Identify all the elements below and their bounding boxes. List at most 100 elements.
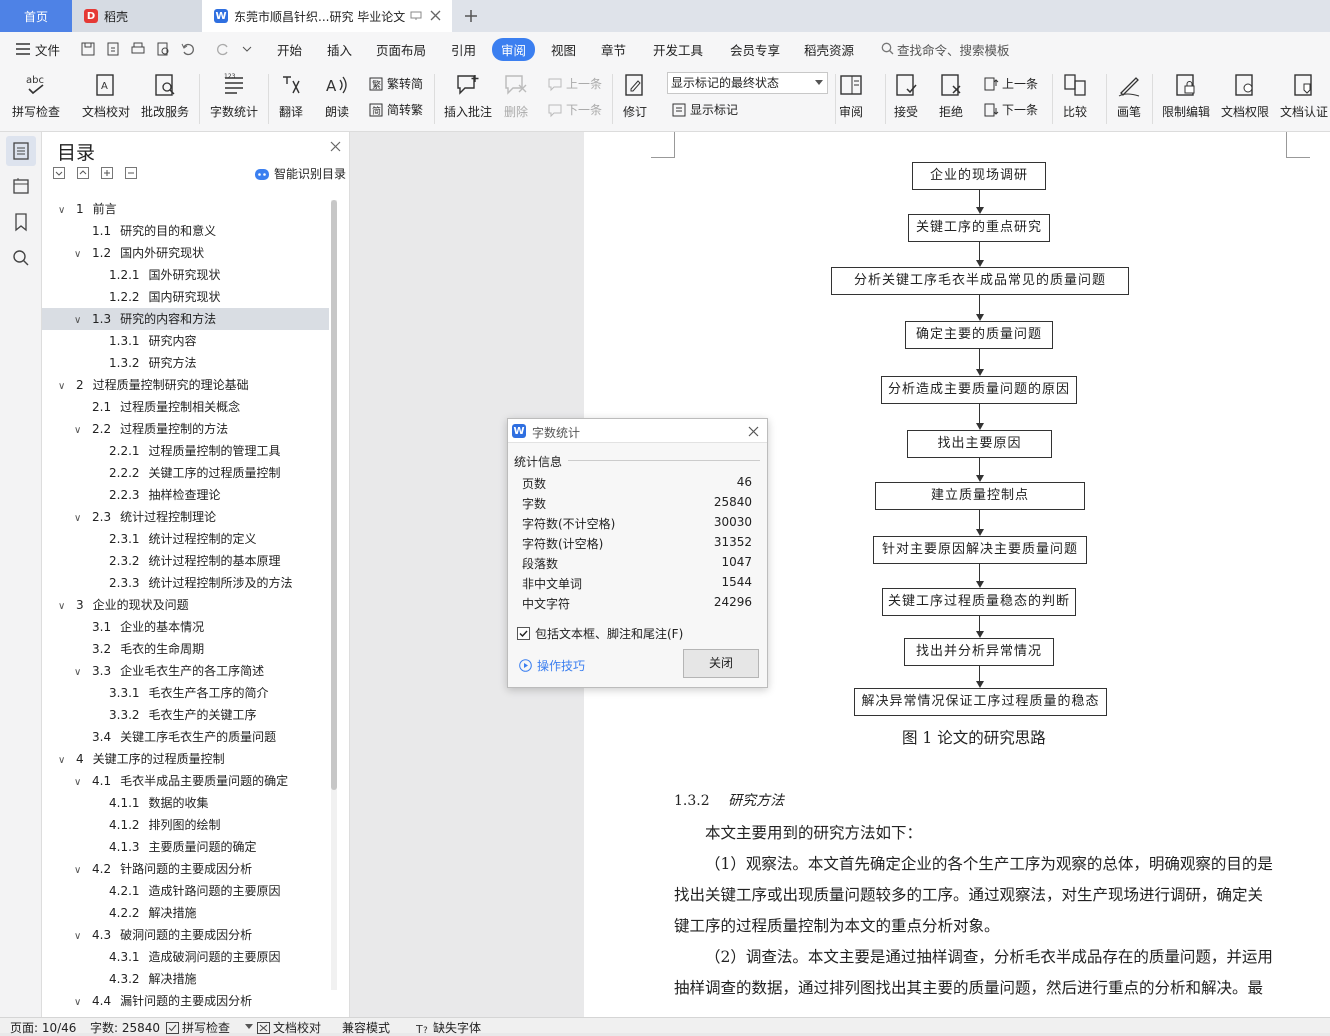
toc-item[interactable]: ∨ 4.1 毛衣半成品主要质量问题的确定 (42, 770, 329, 792)
toc-item[interactable]: ∨ 2.3 统计过程控制理论 (42, 506, 329, 528)
toc-item[interactable]: 1.1 研究的目的和意义 (42, 220, 329, 242)
toc-item[interactable]: 1.3.2 研究方法 (42, 352, 329, 374)
toc-item[interactable]: ∨ 4.3 破洞问题的主要成因分析 (42, 924, 329, 946)
tab-document[interactable]: W 东莞市顺昌针织...研究 毕业论文 (202, 0, 452, 32)
print-preview-icon[interactable] (155, 41, 171, 57)
toc-item[interactable]: ∨ 2.2 过程质量控制的方法 (42, 418, 329, 440)
remove-level-icon[interactable] (125, 167, 137, 179)
compare-button[interactable]: 比较 (1062, 72, 1088, 120)
toc-item[interactable]: 4.1.3 主要质量问题的确定 (42, 836, 329, 858)
chevron-down-icon[interactable]: ∨ (74, 310, 86, 332)
review-pane-button[interactable]: 审阅 (838, 72, 864, 120)
menu-file[interactable]: 文件 (35, 40, 60, 59)
chevron-down-icon[interactable]: ∨ (74, 860, 86, 882)
chevron-down-icon[interactable] (245, 1024, 253, 1029)
doc-permission-button[interactable]: 文档权限 (1221, 72, 1269, 120)
chevron-down-icon[interactable]: ∨ (74, 926, 86, 948)
redo-icon[interactable] (215, 41, 231, 57)
toc-item[interactable]: 1.2.1 国外研究现状 (42, 264, 329, 286)
toc-item[interactable]: 2.3.3 统计过程控制所涉及的方法 (42, 572, 329, 594)
close-button[interactable]: 关闭 (683, 649, 759, 678)
toc-item[interactable]: 2.2.3 抽样检查理论 (42, 484, 329, 506)
toc-item[interactable]: ∨ 4.2 针路问题的主要成因分析 (42, 858, 329, 880)
bookmark-icon[interactable] (11, 212, 31, 232)
toc-item[interactable]: 2.3.2 统计过程控制的基本原理 (42, 550, 329, 572)
toc-item[interactable]: ∨ 1.2 国内外研究现状 (42, 242, 329, 264)
save-icon[interactable] (80, 41, 96, 57)
doccheck-button[interactable]: A 文档校对 (82, 72, 130, 120)
menu-daoke-resources[interactable]: 稻壳资源 (804, 40, 854, 59)
include-textbox-checkbox[interactable]: 包括文本框、脚注和尾注(F) (517, 625, 683, 642)
menu-developer[interactable]: 开发工具 (653, 40, 703, 59)
toc-item[interactable]: 3.3.2 毛衣生产的关键工序 (42, 704, 329, 726)
toc-item[interactable]: ∨ 3 企业的现状及问题 (42, 594, 329, 616)
toc-scrollbar-thumb[interactable] (331, 200, 337, 790)
menu-chapter[interactable]: 章节 (601, 40, 626, 59)
toc-item[interactable]: 2.2.2 关键工序的过程质量控制 (42, 462, 329, 484)
trad-to-simp-button[interactable]: 繁 繁转简 (368, 75, 423, 92)
smart-toc-button[interactable]: 智能识别目录 (254, 165, 346, 182)
read-aloud-button[interactable]: A 朗读 (324, 72, 350, 120)
prev-change-button[interactable]: 上一条 (983, 75, 1038, 92)
toc-item[interactable]: 2.2.1 过程质量控制的管理工具 (42, 440, 329, 462)
tab-daoke[interactable]: D 稻壳 (72, 0, 202, 32)
toc-item[interactable]: 2.1 过程质量控制相关概念 (42, 396, 329, 418)
markup-state-select[interactable]: 显示标记的最终状态 (667, 72, 828, 94)
accept-button[interactable]: 接受 (893, 72, 919, 120)
pen-button[interactable]: 画笔 (1116, 72, 1142, 120)
menu-member[interactable]: 会员专享 (730, 40, 780, 59)
collapse-all-icon[interactable] (53, 167, 65, 179)
toc-item[interactable]: ∨ 1.3 研究的内容和方法 (42, 308, 329, 330)
toc-item[interactable]: 1.3.1 研究内容 (42, 330, 329, 352)
menu-review[interactable]: 审阅 (492, 38, 536, 61)
toc-item[interactable]: 4.3.2 解决措施 (42, 968, 329, 990)
annotate-service-button[interactable]: 批改服务 (141, 72, 189, 120)
toc-item[interactable]: 4.2.1 造成针路问题的主要原因 (42, 880, 329, 902)
undo-icon[interactable] (180, 41, 196, 57)
delete-comment-button[interactable]: 删除 (503, 72, 529, 120)
insert-comment-button[interactable]: 插入批注 (444, 72, 492, 120)
prev-comment-button[interactable]: 上一条 (547, 75, 602, 92)
toc-item[interactable]: ∨ 4 关键工序的过程质量控制 (42, 748, 329, 770)
toc-item[interactable]: 4.1.1 数据的收集 (42, 792, 329, 814)
doccheck-status[interactable]: 文档校对 (257, 1019, 321, 1036)
show-markup-button[interactable]: 显示标记 (671, 101, 738, 118)
dialog-close-icon[interactable] (748, 426, 759, 437)
next-comment-button[interactable]: 下一条 (547, 101, 602, 118)
chevron-down-icon[interactable]: ∨ (74, 992, 86, 1014)
translate-button[interactable]: 翻译 (278, 72, 304, 120)
toc-item[interactable]: 3.3.1 毛衣生产各工序的简介 (42, 682, 329, 704)
toc-item[interactable]: 4.3.1 造成破洞问题的主要原因 (42, 946, 329, 968)
menu-start[interactable]: 开始 (277, 40, 302, 59)
chevron-down-icon[interactable]: ∨ (74, 508, 86, 530)
missing-font-status[interactable]: T? 缺失字体 (416, 1019, 481, 1036)
command-search[interactable]: 查找命令、搜索模板 (897, 40, 1010, 59)
chevron-down-icon[interactable]: ∨ (58, 750, 70, 772)
toc-item[interactable]: 4.1.2 排列图的绘制 (42, 814, 329, 836)
wordcount-button[interactable]: 123 字数统计 (210, 72, 258, 120)
page-indicator[interactable]: 页面: 10/46 (10, 1019, 76, 1036)
add-level-icon[interactable] (101, 167, 113, 179)
toc-item[interactable]: 4.2.2 解决措施 (42, 902, 329, 924)
doc-certify-button[interactable]: 文档认证 (1280, 72, 1328, 120)
new-tab-plus-icon[interactable] (463, 8, 479, 24)
revise-button[interactable]: 修订 (622, 72, 648, 120)
chevron-down-icon[interactable]: ∨ (74, 420, 86, 442)
chevron-down-icon[interactable]: ∨ (74, 244, 86, 266)
restrict-edit-button[interactable]: 限制编辑 (1162, 72, 1210, 120)
toc-item[interactable]: ∨ 2 过程质量控制研究的理论基础 (42, 374, 329, 396)
export-pdf-icon[interactable] (105, 41, 121, 57)
quick-access-dropdown-icon[interactable] (242, 44, 252, 54)
tips-link[interactable]: 操作技巧 (519, 657, 585, 674)
close-tab-icon[interactable] (430, 10, 441, 21)
toc-item[interactable]: 3.4 关键工序毛衣生产的质量问题 (42, 726, 329, 748)
chevron-down-icon[interactable]: ∨ (58, 200, 70, 222)
menu-page-layout[interactable]: 页面布局 (376, 40, 426, 59)
chevron-down-icon[interactable]: ∨ (58, 596, 70, 618)
toc-item[interactable]: 2.3.1 统计过程控制的定义 (42, 528, 329, 550)
menu-insert[interactable]: 插入 (327, 40, 352, 59)
spellcheck-status[interactable]: 拼写检查 (166, 1019, 230, 1036)
tab-home[interactable]: 首页 (0, 0, 72, 32)
toc-item[interactable]: 3.1 企业的基本情况 (42, 616, 329, 638)
chevron-down-icon[interactable]: ∨ (74, 662, 86, 684)
